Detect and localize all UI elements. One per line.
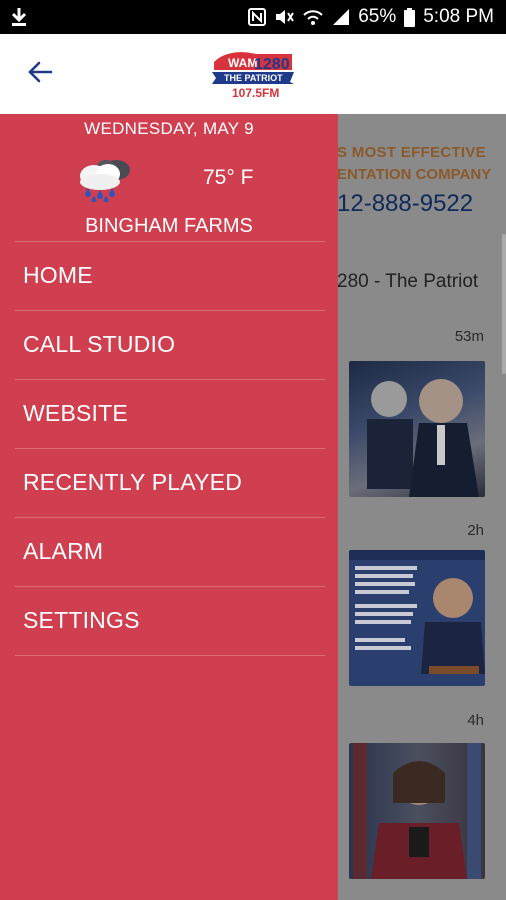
battery-percent: 65% <box>358 6 397 27</box>
divider <box>15 655 325 656</box>
clock: 5:08 PM <box>423 6 494 27</box>
feed-thumbnail[interactable] <box>349 550 485 686</box>
vibrate-mute-icon <box>274 8 295 26</box>
logo-1280-text: 1280 <box>254 56 290 73</box>
drawer-menu: HOME CALL STUDIO WEBSITE RECENTLY PLAYED… <box>0 241 338 656</box>
ad-banner-phone: 12-888-9522 <box>337 190 474 217</box>
rain-cloud-icon <box>72 154 136 203</box>
logo-fm-text: 107.5FM <box>232 86 279 100</box>
feed-time: 4h <box>467 712 484 729</box>
back-button[interactable] <box>22 56 58 92</box>
drawer-date: WEDNESDAY, MAY 9 <box>84 119 254 138</box>
signal-icon <box>332 8 350 26</box>
scroll-indicator <box>502 234 506 374</box>
logo-band-text: THE PATRIOT <box>224 73 283 83</box>
menu-item-settings[interactable]: SETTINGS <box>0 586 338 655</box>
download-icon <box>10 7 28 32</box>
feed-thumbnail[interactable] <box>349 361 485 497</box>
app-bar: WAM 1280 THE PATRIOT 107.5FM <box>0 34 506 114</box>
back-arrow-icon <box>27 61 53 88</box>
battery-icon <box>404 7 416 27</box>
ad-banner-line2: ENTATION COMPANY <box>337 166 492 183</box>
weather-location: BINGHAM FARMS <box>85 215 253 237</box>
wifi-calling-icon <box>302 8 324 26</box>
nfc-icon <box>248 8 267 26</box>
navigation-drawer: WEDNESDAY, MAY 9 75° F BINGHAM FARMS HOM… <box>0 114 338 900</box>
feed-time: 2h <box>467 522 484 539</box>
station-logo: WAM 1280 THE PATRIOT 107.5FM <box>210 48 296 100</box>
menu-item-call-studio[interactable]: CALL STUDIO <box>0 310 338 379</box>
status-bar: 65% 5:08 PM <box>0 0 506 34</box>
menu-item-website[interactable]: WEBSITE <box>0 379 338 448</box>
feed-thumbnail[interactable] <box>349 743 485 879</box>
logo-wam-text: WAM <box>228 56 257 70</box>
station-title: 280 - The Patriot <box>337 271 479 292</box>
menu-item-recently-played[interactable]: RECENTLY PLAYED <box>0 448 338 517</box>
feed-time: 53m <box>454 328 484 345</box>
menu-item-home[interactable]: HOME <box>0 241 338 310</box>
temperature: 75° F <box>203 166 254 189</box>
menu-item-alarm[interactable]: ALARM <box>0 517 338 586</box>
ad-banner-line1: S MOST EFFECTIVE <box>337 144 486 161</box>
